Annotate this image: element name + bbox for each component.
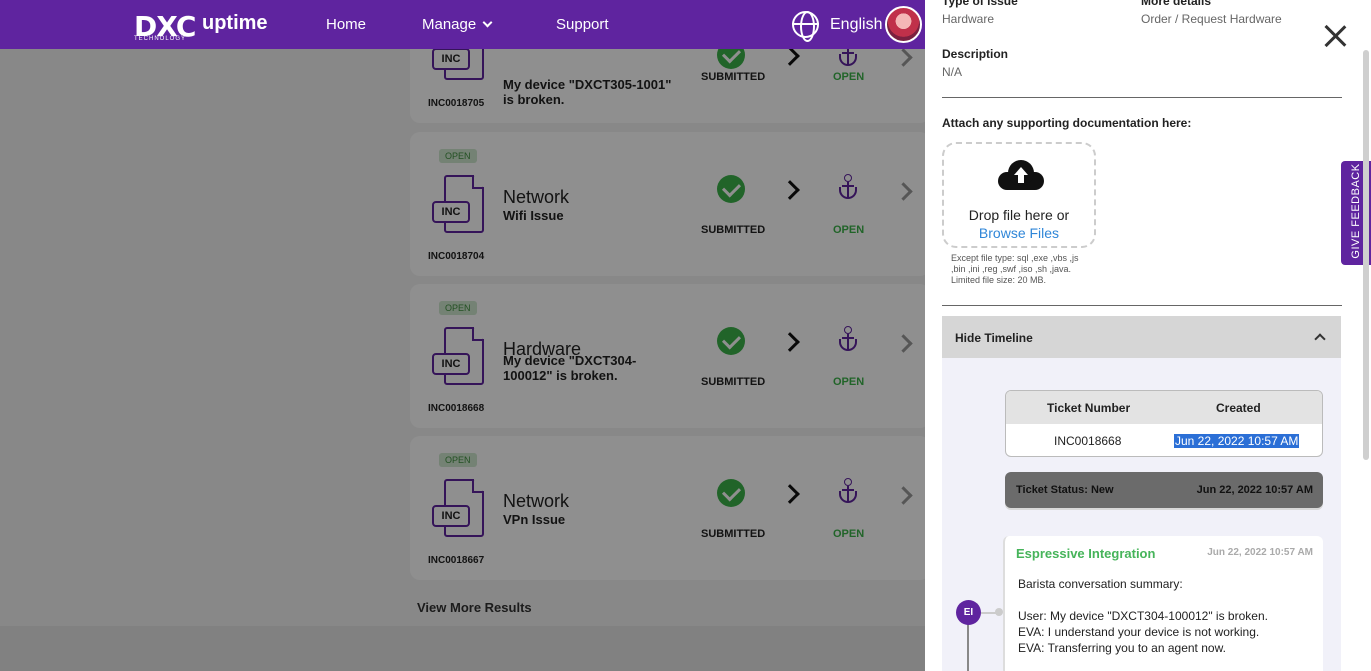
ticket-status-bar: Ticket Status: New Jun 22, 2022 10:57 AM [1005,472,1323,508]
logo-uptime: uptime [202,12,268,34]
cloud-upload-icon [998,160,1044,190]
message-line: EVA: Transferring you to an agent now. [1018,641,1226,655]
message-line: User: My device "DXCT304-100012" is brok… [1018,609,1268,623]
created-cell[interactable]: Jun 22, 2022 10:57 AM [1174,434,1300,448]
more-details-label: More details [1141,0,1212,8]
browse-files-link[interactable]: Browse Files [944,225,1094,241]
more-details-value: Order / Request Hardware [1141,12,1282,26]
chevron-up-icon [1314,333,1326,345]
attach-label: Attach any supporting documentation here… [942,116,1192,130]
drop-file-text: Drop file here or [968,207,1070,223]
nav-manage-label: Manage [422,16,477,33]
ticket-status-time: Jun 22, 2022 10:57 AM [1196,484,1313,496]
divider [942,305,1342,306]
message-line: EVA: I understand your device is not wor… [1018,625,1260,639]
type-of-issue-value: Hardware [942,12,995,26]
hide-timeline-toggle[interactable]: Hide Timeline [942,316,1341,358]
hide-timeline-label: Hide Timeline [955,331,1033,345]
file-restrictions: Except file type: sql ,exe ,vbs ,js ,bin… [951,253,1091,286]
nav-manage[interactable]: Manage [422,16,493,33]
message-author: Espressive Integration [1016,546,1156,561]
logo-technology: TECHNOLOGY [134,36,187,42]
column-ticket-number: Ticket Number [1047,401,1131,415]
timeline-message: Espressive Integration Jun 22, 2022 10:5… [1003,536,1323,671]
user-avatar[interactable] [885,6,922,43]
close-icon[interactable] [1323,24,1347,48]
file-dropzone[interactable]: Drop file here or Browse Files [942,142,1096,248]
description-value: N/A [942,65,963,79]
message-time: Jun 22, 2022 10:57 AM [1207,547,1313,558]
divider [942,97,1342,98]
chevron-down-icon [482,17,493,28]
ticket-detail-panel: Type of issue Hardware More details Orde… [925,0,1371,671]
description-label: Description [942,47,1009,61]
give-feedback-label: GIVE FEEDBACK [1350,163,1362,259]
timeline-line [967,622,969,671]
language-selector[interactable]: English [830,16,882,34]
ticket-info-table: Ticket Number Created INC0018668 Jun 22,… [1005,390,1323,457]
file-size-limit: Limited file size: 20 MB. [951,275,1047,285]
ticket-number-cell: INC0018668 [1054,434,1122,448]
globe-icon[interactable] [792,11,819,42]
dxc-uptime-logo[interactable]: DXC TECHNOLOGY uptime [134,10,274,44]
type-of-issue-label: Type of issue [942,0,1018,8]
modal-backdrop[interactable] [0,49,925,671]
ticket-status-text: Ticket Status: New [1016,484,1114,496]
message-line: Barista conversation summary: [1018,577,1183,591]
nav-support[interactable]: Support [556,16,609,33]
column-created: Created [1216,401,1261,415]
except-file-types: Except file type: sql ,exe ,vbs ,js ,bin… [951,253,1079,274]
author-avatar: EI [956,600,981,625]
scrollbar[interactable] [1363,50,1369,460]
nav-home[interactable]: Home [326,16,366,33]
timeline-node [995,608,1003,616]
